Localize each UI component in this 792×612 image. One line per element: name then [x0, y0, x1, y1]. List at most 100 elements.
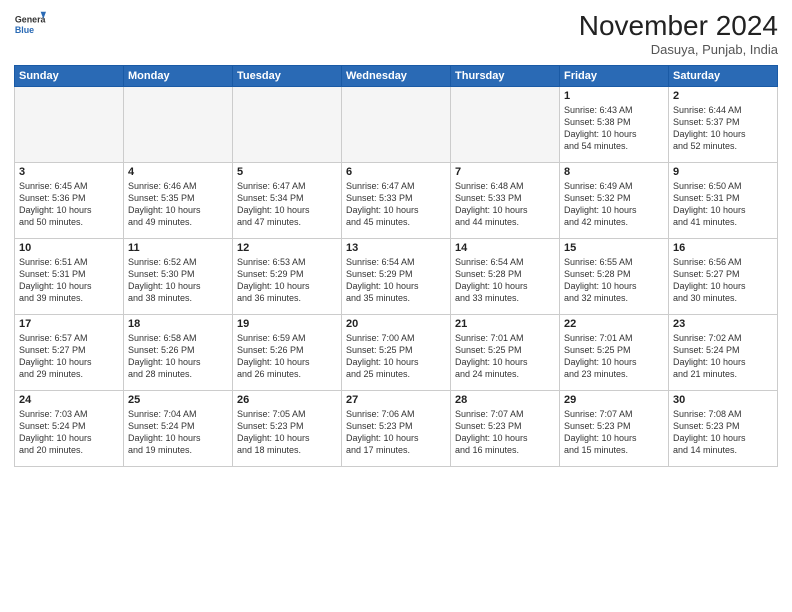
- day-number: 12: [237, 242, 337, 254]
- table-row: 26 Sunrise: 7:05 AM Sunset: 5:23 PM Dayli…: [233, 391, 342, 467]
- table-row: 22 Sunrise: 7:01 AM Sunset: 5:25 PM Dayli…: [560, 315, 669, 391]
- day-number: 4: [128, 166, 228, 178]
- header: General Blue General Blue November 2024 …: [14, 10, 778, 57]
- table-row: 21 Sunrise: 7:01 AM Sunset: 5:25 PM Dayli…: [451, 315, 560, 391]
- table-row: 18 Sunrise: 6:58 AM Sunset: 5:26 PM Dayli…: [124, 315, 233, 391]
- location: Dasuya, Punjab, India: [579, 42, 778, 57]
- calendar-table: Sunday Monday Tuesday Wednesday Thursday…: [14, 65, 778, 467]
- day-info: Sunrise: 6:44 AM Sunset: 5:37 PM Dayligh…: [673, 104, 773, 153]
- day-info: Sunrise: 7:04 AM Sunset: 5:24 PM Dayligh…: [128, 408, 228, 457]
- table-row: 10 Sunrise: 6:51 AM Sunset: 5:31 PM Dayli…: [15, 239, 124, 315]
- day-number: 1: [564, 90, 664, 102]
- day-info: Sunrise: 6:59 AM Sunset: 5:26 PM Dayligh…: [237, 332, 337, 381]
- col-sunday: Sunday: [15, 66, 124, 87]
- table-row: 5 Sunrise: 6:47 AM Sunset: 5:34 PM Daylig…: [233, 163, 342, 239]
- table-row: 13Sunrise: 6:54 AM Sunset: 5:29 PM Dayli…: [342, 239, 451, 315]
- col-wednesday: Wednesday: [342, 66, 451, 87]
- day-number: 22: [564, 318, 664, 330]
- title-block: November 2024 Dasuya, Punjab, India: [579, 10, 778, 57]
- calendar-week-row: 3Sunrise: 6:45 AM Sunset: 5:36 PM Daylig…: [15, 163, 778, 239]
- day-info: Sunrise: 7:01 AM Sunset: 5:25 PM Dayligh…: [564, 332, 664, 381]
- table-row: 4 Sunrise: 6:46 AM Sunset: 5:35 PM Daylig…: [124, 163, 233, 239]
- day-number: 14: [455, 242, 555, 254]
- day-number: 6: [346, 166, 446, 178]
- day-number: 19: [237, 318, 337, 330]
- table-row: [124, 87, 233, 163]
- table-row: 30Sunrise: 7:08 AM Sunset: 5:23 PM Dayli…: [669, 391, 778, 467]
- table-row: 24Sunrise: 7:03 AM Sunset: 5:24 PM Dayli…: [15, 391, 124, 467]
- day-info: Sunrise: 6:49 AM Sunset: 5:32 PM Dayligh…: [564, 180, 664, 229]
- day-number: 7: [455, 166, 555, 178]
- table-row: 11 Sunrise: 6:52 AM Sunset: 5:30 PM Dayli…: [124, 239, 233, 315]
- month-title: November 2024: [579, 10, 778, 42]
- page: General Blue General Blue November 2024 …: [0, 0, 792, 612]
- day-info: Sunrise: 7:06 AM Sunset: 5:23 PM Dayligh…: [346, 408, 446, 457]
- day-info: Sunrise: 6:58 AM Sunset: 5:26 PM Dayligh…: [128, 332, 228, 381]
- day-info: Sunrise: 6:46 AM Sunset: 5:35 PM Dayligh…: [128, 180, 228, 229]
- day-info: Sunrise: 6:52 AM Sunset: 5:30 PM Dayligh…: [128, 256, 228, 305]
- logo: General Blue General Blue: [14, 10, 46, 42]
- table-row: 6 Sunrise: 6:47 AM Sunset: 5:33 PM Daylig…: [342, 163, 451, 239]
- col-saturday: Saturday: [669, 66, 778, 87]
- svg-text:General: General: [15, 14, 46, 24]
- table-row: 23 Sunrise: 7:02 AM Sunset: 5:24 PM Dayli…: [669, 315, 778, 391]
- day-number: 16: [673, 242, 773, 254]
- day-number: 27: [346, 394, 446, 406]
- col-thursday: Thursday: [451, 66, 560, 87]
- svg-text:Blue: Blue: [15, 25, 34, 35]
- day-number: 23: [673, 318, 773, 330]
- table-row: 28 Sunrise: 7:07 AM Sunset: 5:23 PM Dayli…: [451, 391, 560, 467]
- table-row: [342, 87, 451, 163]
- day-info: Sunrise: 6:47 AM Sunset: 5:34 PM Dayligh…: [237, 180, 337, 229]
- day-number: 26: [237, 394, 337, 406]
- table-row: [233, 87, 342, 163]
- table-row: 17 Sunrise: 6:57 AM Sunset: 5:27 PM Dayli…: [15, 315, 124, 391]
- day-number: 15: [564, 242, 664, 254]
- day-info: Sunrise: 6:45 AM Sunset: 5:36 PM Dayligh…: [19, 180, 119, 229]
- day-number: 2: [673, 90, 773, 102]
- table-row: 19 Sunrise: 6:59 AM Sunset: 5:26 PM Dayli…: [233, 315, 342, 391]
- table-row: 9Sunrise: 6:50 AM Sunset: 5:31 PM Daylig…: [669, 163, 778, 239]
- day-info: Sunrise: 6:55 AM Sunset: 5:28 PM Dayligh…: [564, 256, 664, 305]
- day-number: 5: [237, 166, 337, 178]
- logo-icon: General Blue: [14, 10, 46, 42]
- day-number: 29: [564, 394, 664, 406]
- day-info: Sunrise: 7:01 AM Sunset: 5:25 PM Dayligh…: [455, 332, 555, 381]
- table-row: 25Sunrise: 7:04 AM Sunset: 5:24 PM Dayli…: [124, 391, 233, 467]
- day-number: 30: [673, 394, 773, 406]
- col-tuesday: Tuesday: [233, 66, 342, 87]
- day-info: Sunrise: 7:05 AM Sunset: 5:23 PM Dayligh…: [237, 408, 337, 457]
- day-number: 17: [19, 318, 119, 330]
- table-row: 7Sunrise: 6:48 AM Sunset: 5:33 PM Daylig…: [451, 163, 560, 239]
- day-number: 21: [455, 318, 555, 330]
- col-monday: Monday: [124, 66, 233, 87]
- day-info: Sunrise: 6:51 AM Sunset: 5:31 PM Dayligh…: [19, 256, 119, 305]
- day-info: Sunrise: 6:54 AM Sunset: 5:28 PM Dayligh…: [455, 256, 555, 305]
- day-number: 24: [19, 394, 119, 406]
- day-number: 9: [673, 166, 773, 178]
- table-row: 3Sunrise: 6:45 AM Sunset: 5:36 PM Daylig…: [15, 163, 124, 239]
- calendar-week-row: 17 Sunrise: 6:57 AM Sunset: 5:27 PM Dayli…: [15, 315, 778, 391]
- day-info: Sunrise: 6:56 AM Sunset: 5:27 PM Dayligh…: [673, 256, 773, 305]
- table-row: 16 Sunrise: 6:56 AM Sunset: 5:27 PM Dayli…: [669, 239, 778, 315]
- day-info: Sunrise: 7:02 AM Sunset: 5:24 PM Dayligh…: [673, 332, 773, 381]
- day-info: Sunrise: 6:47 AM Sunset: 5:33 PM Dayligh…: [346, 180, 446, 229]
- table-row: 1Sunrise: 6:43 AM Sunset: 5:38 PM Daylig…: [560, 87, 669, 163]
- calendar-week-row: 24Sunrise: 7:03 AM Sunset: 5:24 PM Dayli…: [15, 391, 778, 467]
- day-info: Sunrise: 6:57 AM Sunset: 5:27 PM Dayligh…: [19, 332, 119, 381]
- day-info: Sunrise: 7:00 AM Sunset: 5:25 PM Dayligh…: [346, 332, 446, 381]
- table-row: 29Sunrise: 7:07 AM Sunset: 5:23 PM Dayli…: [560, 391, 669, 467]
- table-row: 14 Sunrise: 6:54 AM Sunset: 5:28 PM Dayli…: [451, 239, 560, 315]
- table-row: 20Sunrise: 7:00 AM Sunset: 5:25 PM Dayli…: [342, 315, 451, 391]
- table-row: 12Sunrise: 6:53 AM Sunset: 5:29 PM Dayli…: [233, 239, 342, 315]
- day-number: 11: [128, 242, 228, 254]
- calendar-week-row: 1Sunrise: 6:43 AM Sunset: 5:38 PM Daylig…: [15, 87, 778, 163]
- day-number: 18: [128, 318, 228, 330]
- day-number: 28: [455, 394, 555, 406]
- table-row: [15, 87, 124, 163]
- table-row: 27 Sunrise: 7:06 AM Sunset: 5:23 PM Dayli…: [342, 391, 451, 467]
- col-friday: Friday: [560, 66, 669, 87]
- day-number: 10: [19, 242, 119, 254]
- calendar-week-row: 10 Sunrise: 6:51 AM Sunset: 5:31 PM Dayli…: [15, 239, 778, 315]
- day-info: Sunrise: 7:07 AM Sunset: 5:23 PM Dayligh…: [455, 408, 555, 457]
